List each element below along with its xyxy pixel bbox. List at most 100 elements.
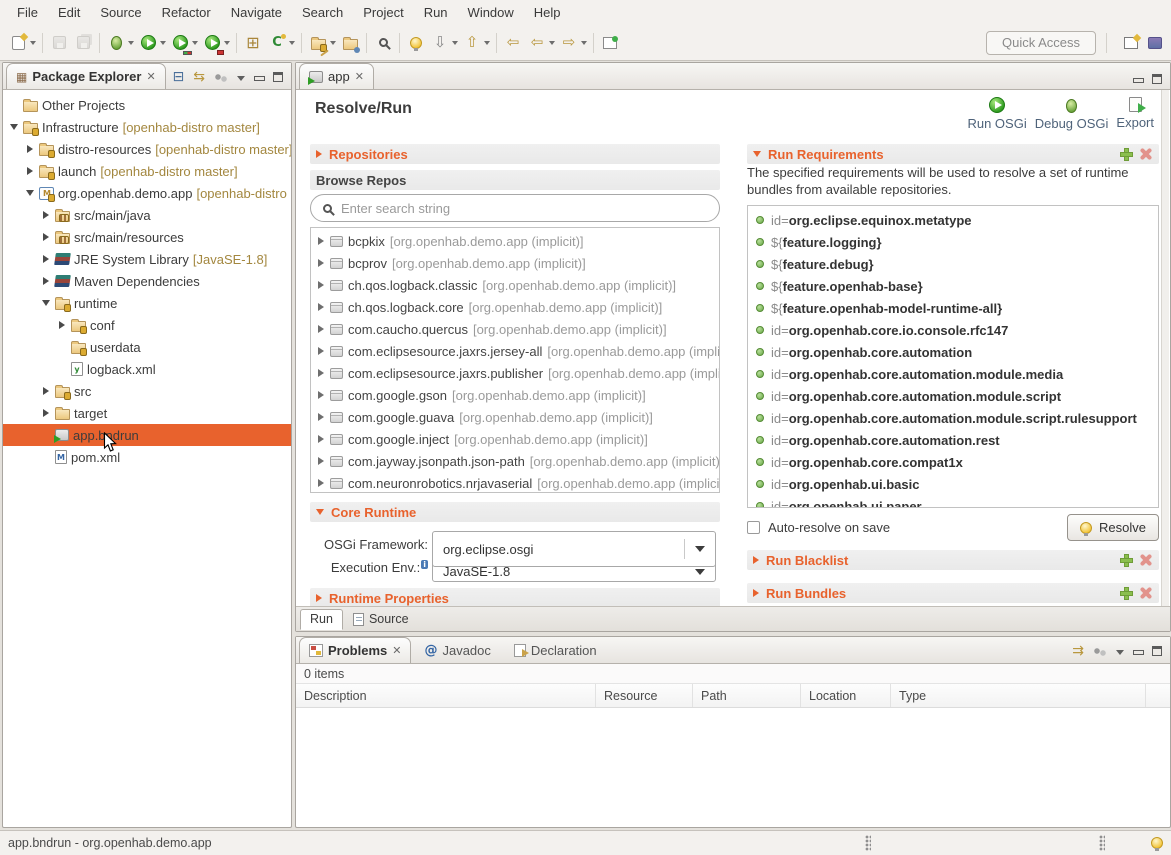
tree-item-src[interactable]: src <box>3 380 291 402</box>
requirement-item[interactable]: id=org.openhab.ui.paper <box>748 495 1158 508</box>
link-with-editor-icon[interactable]: ⇆ <box>193 70 205 84</box>
toolbar-save-icon[interactable] <box>47 31 71 55</box>
toolbar-new-wizard-icon[interactable] <box>6 31 38 55</box>
chevron-down-icon[interactable] <box>41 300 51 306</box>
chevron-right-icon[interactable] <box>41 233 51 241</box>
filter-icon[interactable]: ⇉ <box>1072 644 1084 658</box>
tree-item-app-bndrun[interactable]: app.bndrun <box>3 424 291 446</box>
column-header-resource[interactable]: Resource <box>596 684 693 707</box>
remove-blacklist-icon[interactable] <box>1139 553 1153 567</box>
repo-item[interactable]: com.jayway.jsonpath.json-path[org.openha… <box>311 450 719 472</box>
toolbar-external-tools-icon[interactable] <box>200 31 232 55</box>
status-grip[interactable] <box>1099 835 1105 851</box>
repo-item[interactable]: bcprov[org.openhab.demo.app (implicit)] <box>311 252 719 274</box>
column-header-description[interactable]: Description <box>296 684 596 707</box>
chevron-right-icon[interactable] <box>41 277 51 285</box>
chevron-right-icon[interactable] <box>317 413 325 421</box>
requirement-item[interactable]: ${feature.openhab-model-runtime-all} <box>748 297 1158 319</box>
chevron-down-icon[interactable] <box>25 190 35 196</box>
dropdown-arrow-icon[interactable] <box>30 41 36 45</box>
tab-app-bndrun[interactable]: app ✕ <box>299 63 374 89</box>
remove-requirement-icon[interactable] <box>1139 147 1153 161</box>
lightbulb-icon[interactable] <box>1151 837 1163 849</box>
tab-package-explorer[interactable]: ▦ Package Explorer ✕ <box>6 63 166 89</box>
chevron-right-icon[interactable] <box>317 435 325 443</box>
toolbar-next-annotation-icon[interactable]: ⇩ <box>428 31 460 55</box>
tree-item-userdata[interactable]: userdata <box>3 336 291 358</box>
section-run-blacklist[interactable]: Run Blacklist <box>747 550 1159 570</box>
toolbar-debug-icon[interactable] <box>104 31 136 55</box>
tree-item-other-projects[interactable]: Other Projects <box>3 94 291 116</box>
chevron-down-icon[interactable] <box>9 124 19 130</box>
collapse-all-icon[interactable]: ⊟ <box>173 70 185 84</box>
toolbar-team-folder-icon[interactable] <box>338 31 362 55</box>
tree-item-maven-dependencies[interactable]: Maven Dependencies <box>3 270 291 292</box>
tree-item-conf[interactable]: conf <box>3 314 291 336</box>
requirement-item[interactable]: ${feature.logging} <box>748 231 1158 253</box>
dropdown-arrow-icon[interactable] <box>224 41 230 45</box>
requirement-item[interactable]: id=org.openhab.core.automation.module.sc… <box>748 407 1158 429</box>
view-menu-icon[interactable] <box>237 76 245 81</box>
minimize-icon[interactable] <box>1133 75 1143 84</box>
tab-source[interactable]: Source <box>343 609 419 630</box>
tree-item-jre-system-library[interactable]: JRE System Library [JavaSE-1.8] <box>3 248 291 270</box>
dropdown-arrow-icon[interactable] <box>581 41 587 45</box>
close-icon[interactable]: ✕ <box>146 70 155 83</box>
tree-item-pom-xml[interactable]: Mpom.xml <box>3 446 291 468</box>
chevron-right-icon[interactable] <box>317 479 325 487</box>
toolbar-new-java-project-icon[interactable]: ⊞ <box>241 31 265 55</box>
minimize-icon[interactable] <box>254 73 264 82</box>
repo-item[interactable]: com.neuronrobotics.nrjavaserial[org.open… <box>311 472 719 493</box>
repo-item[interactable]: com.google.guava[org.openhab.demo.app (i… <box>311 406 719 428</box>
editor-scrollbar[interactable] <box>1161 90 1169 606</box>
toolbar-run-icon[interactable] <box>136 31 168 55</box>
dropdown-arrow-icon[interactable] <box>128 41 134 45</box>
section-repositories[interactable]: Repositories <box>310 144 720 164</box>
repo-item[interactable]: com.eclipsesource.jaxrs.publisher[org.op… <box>311 362 719 384</box>
toolbar-coverage-icon[interactable] <box>168 31 200 55</box>
export-button[interactable]: Export <box>1115 95 1155 133</box>
tree-item-src-main-resources[interactable]: src/main/resources <box>3 226 291 248</box>
requirement-item[interactable]: ${feature.debug} <box>748 253 1158 275</box>
menu-run[interactable]: Run <box>415 2 457 23</box>
menu-edit[interactable]: Edit <box>49 2 89 23</box>
add-bundle-icon[interactable] <box>1120 587 1133 600</box>
tab-problems[interactable]: Problems ✕ <box>299 637 411 663</box>
maximize-icon[interactable] <box>1152 646 1162 656</box>
menu-navigate[interactable]: Navigate <box>222 2 291 23</box>
toolbar-build-icon[interactable]: C <box>265 31 297 55</box>
focus-on-active-task-icon[interactable] <box>1093 646 1107 656</box>
toolbar-open-task-icon[interactable] <box>306 31 338 55</box>
toolbar-last-edit-icon[interactable]: ⇦ <box>501 31 525 55</box>
chevron-right-icon[interactable] <box>41 387 51 395</box>
chevron-right-icon[interactable] <box>317 457 325 465</box>
java-ee-perspective-icon[interactable] <box>1145 33 1165 53</box>
debug-osgi-button[interactable]: Debug OSGi <box>1034 95 1110 133</box>
run-osgi-button[interactable]: Run OSGi <box>966 95 1027 133</box>
menu-help[interactable]: Help <box>525 2 570 23</box>
osgi-framework-combo[interactable]: org.eclipse.osgi <box>432 531 716 567</box>
close-icon[interactable]: ✕ <box>392 644 401 657</box>
maximize-icon[interactable] <box>1152 74 1162 84</box>
resolve-button[interactable]: Resolve <box>1067 514 1159 541</box>
chevron-right-icon[interactable] <box>317 237 325 245</box>
dropdown-arrow-icon[interactable] <box>192 41 198 45</box>
chevron-right-icon[interactable] <box>41 409 51 417</box>
status-grip[interactable] <box>865 835 871 851</box>
tree-item-target[interactable]: target <box>3 402 291 424</box>
repo-item[interactable]: com.eclipsesource.jaxrs.jersey-all[org.o… <box>311 340 719 362</box>
toolbar-forward-icon[interactable]: ⇨ <box>557 31 589 55</box>
menu-search[interactable]: Search <box>293 2 352 23</box>
repo-item[interactable]: ch.qos.logback.core[org.openhab.demo.app… <box>311 296 719 318</box>
dropdown-arrow-icon[interactable] <box>452 41 458 45</box>
requirement-item[interactable]: id=org.openhab.core.automation.module.sc… <box>748 385 1158 407</box>
repo-item[interactable]: com.google.gson[org.openhab.demo.app (im… <box>311 384 719 406</box>
tree-item-launch[interactable]: launch [openhab-distro master] <box>3 160 291 182</box>
minimize-icon[interactable] <box>1133 647 1143 656</box>
chevron-right-icon[interactable] <box>41 211 51 219</box>
toolbar-pin-editor-icon[interactable] <box>598 31 622 55</box>
menu-refactor[interactable]: Refactor <box>153 2 220 23</box>
dropdown-arrow-icon[interactable] <box>330 41 336 45</box>
menu-window[interactable]: Window <box>459 2 523 23</box>
chevron-right-icon[interactable] <box>41 255 51 263</box>
